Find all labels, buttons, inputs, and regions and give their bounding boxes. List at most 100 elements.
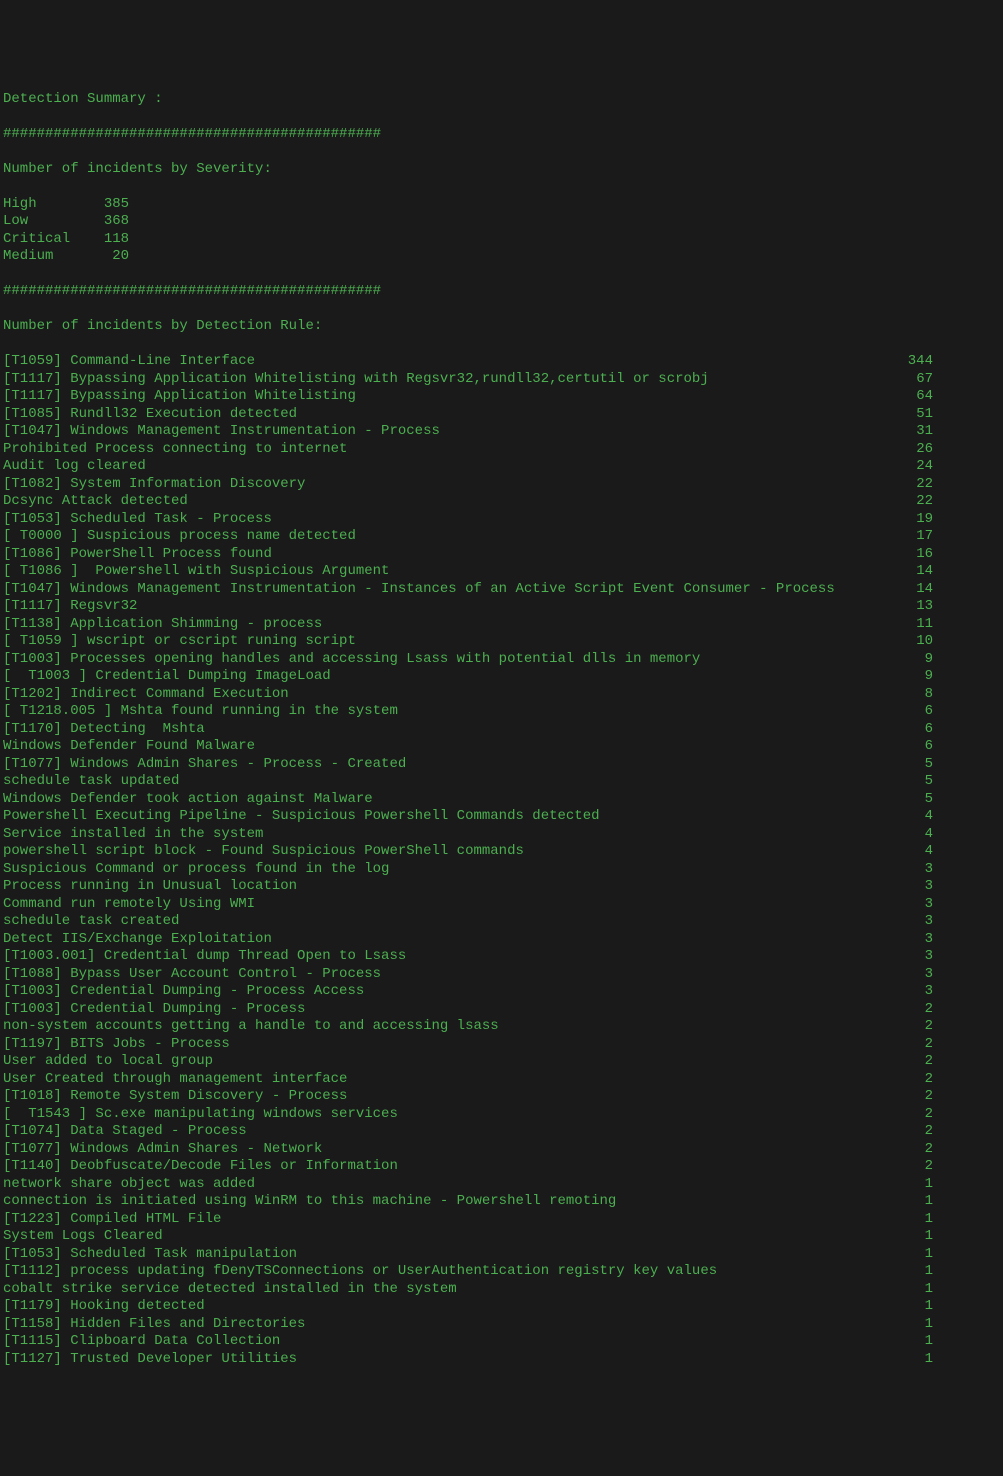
rule-row: schedule task updated5 bbox=[3, 773, 933, 791]
rule-label: [T1179] Hooking detected bbox=[3, 1298, 893, 1316]
rule-label: [T1088] Bypass User Account Control - Pr… bbox=[3, 966, 893, 984]
rule-row: [T1077] Windows Admin Shares - Process -… bbox=[3, 756, 933, 774]
rule-label: schedule task updated bbox=[3, 773, 893, 791]
rule-row: network share object was added1 bbox=[3, 1176, 933, 1194]
rule-label: [T1077] Windows Admin Shares - Process -… bbox=[3, 756, 893, 774]
rule-count: 3 bbox=[893, 931, 933, 949]
rule-count: 1 bbox=[893, 1333, 933, 1351]
rule-count: 3 bbox=[893, 896, 933, 914]
rule-row: [T1047] Windows Management Instrumentati… bbox=[3, 423, 933, 441]
rule-count: 1 bbox=[893, 1176, 933, 1194]
rule-label: schedule task created bbox=[3, 913, 893, 931]
rule-count: 67 bbox=[893, 371, 933, 389]
rule-row: User Created through management interfac… bbox=[3, 1071, 933, 1089]
rule-row: [T1082] System Information Discovery22 bbox=[3, 476, 933, 494]
rules-list: [T1059] Command-Line Interface344[T1117]… bbox=[3, 353, 1000, 1368]
rule-row: [T1179] Hooking detected1 bbox=[3, 1298, 933, 1316]
rule-count: 10 bbox=[893, 633, 933, 651]
severity-heading: Number of incidents by Severity: bbox=[3, 161, 1000, 179]
rule-row: System Logs Cleared1 bbox=[3, 1228, 933, 1246]
rule-label: connection is initiated using WinRM to t… bbox=[3, 1193, 893, 1211]
rule-count: 16 bbox=[893, 546, 933, 564]
rule-label: [ T1086 ] Powershell with Suspicious Arg… bbox=[3, 563, 893, 581]
rule-row: [T1117] Bypassing Application Whitelisti… bbox=[3, 371, 933, 389]
rule-row: Service installed in the system4 bbox=[3, 826, 933, 844]
rule-label: [T1112] process updating fDenyTSConnecti… bbox=[3, 1263, 893, 1281]
rule-label: [T1085] Rundll32 Execution detected bbox=[3, 406, 893, 424]
rule-count: 19 bbox=[893, 511, 933, 529]
rule-row: [T1053] Scheduled Task - Process19 bbox=[3, 511, 933, 529]
rule-label: [T1047] Windows Management Instrumentati… bbox=[3, 423, 893, 441]
rule-row: [T1074] Data Staged - Process2 bbox=[3, 1123, 933, 1141]
rule-row: [T1127] Trusted Developer Utilities1 bbox=[3, 1351, 933, 1369]
rule-row: [ T1086 ] Powershell with Suspicious Arg… bbox=[3, 563, 933, 581]
rule-count: 9 bbox=[893, 668, 933, 686]
rule-row: [T1170] Detecting Mshta6 bbox=[3, 721, 933, 739]
rule-count: 31 bbox=[893, 423, 933, 441]
rule-label: [ T1059 ] wscript or cscript runing scri… bbox=[3, 633, 893, 651]
divider: ########################################… bbox=[3, 126, 1000, 144]
rule-count: 3 bbox=[893, 878, 933, 896]
rule-row: Suspicious Command or process found in t… bbox=[3, 861, 933, 879]
rule-count: 22 bbox=[893, 493, 933, 511]
severity-row: Critical 118 bbox=[3, 231, 1000, 249]
rule-count: 14 bbox=[893, 563, 933, 581]
rule-label: Service installed in the system bbox=[3, 826, 893, 844]
rule-count: 1 bbox=[893, 1298, 933, 1316]
terminal-output: Detection Summary : ####################… bbox=[3, 73, 1000, 1386]
rule-row: [T1202] Indirect Command Execution8 bbox=[3, 686, 933, 704]
rule-label: [T1115] Clipboard Data Collection bbox=[3, 1333, 893, 1351]
rule-label: [T1138] Application Shimming - process bbox=[3, 616, 893, 634]
rule-count: 6 bbox=[893, 738, 933, 756]
rule-row: Prohibited Process connecting to interne… bbox=[3, 441, 933, 459]
rule-label: [T1082] System Information Discovery bbox=[3, 476, 893, 494]
rule-count: 1 bbox=[893, 1228, 933, 1246]
rule-label: network share object was added bbox=[3, 1176, 893, 1194]
rule-row: [T1003] Credential Dumping - Process Acc… bbox=[3, 983, 933, 1001]
rule-count: 3 bbox=[893, 948, 933, 966]
rule-row: [T1047] Windows Management Instrumentati… bbox=[3, 581, 933, 599]
rule-label: [T1053] Scheduled Task manipulation bbox=[3, 1246, 893, 1264]
severity-row: Low 368 bbox=[3, 213, 1000, 231]
rule-label: System Logs Cleared bbox=[3, 1228, 893, 1246]
rule-label: Audit log cleared bbox=[3, 458, 893, 476]
rule-row: [T1158] Hidden Files and Directories1 bbox=[3, 1316, 933, 1334]
rule-count: 1 bbox=[893, 1211, 933, 1229]
rule-label: [ T1218.005 ] Mshta found running in the… bbox=[3, 703, 893, 721]
rule-label: [T1003] Processes opening handles and ac… bbox=[3, 651, 893, 669]
rule-count: 13 bbox=[893, 598, 933, 616]
rule-label: non-system accounts getting a handle to … bbox=[3, 1018, 893, 1036]
rule-row: [ T0000 ] Suspicious process name detect… bbox=[3, 528, 933, 546]
rule-label: [ T1003 ] Credential Dumping ImageLoad bbox=[3, 668, 893, 686]
rule-count: 1 bbox=[893, 1263, 933, 1281]
rule-label: [T1197] BITS Jobs - Process bbox=[3, 1036, 893, 1054]
rule-label: [T1074] Data Staged - Process bbox=[3, 1123, 893, 1141]
rule-row: cobalt strike service detected installed… bbox=[3, 1281, 933, 1299]
rule-count: 8 bbox=[893, 686, 933, 704]
rule-label: [T1117] Regsvr32 bbox=[3, 598, 893, 616]
rule-row: Powershell Executing Pipeline - Suspicio… bbox=[3, 808, 933, 826]
rule-label: Windows Defender took action against Mal… bbox=[3, 791, 893, 809]
rule-row: Windows Defender took action against Mal… bbox=[3, 791, 933, 809]
rule-row: powershell script block - Found Suspicio… bbox=[3, 843, 933, 861]
rule-count: 5 bbox=[893, 756, 933, 774]
rule-label: User Created through management interfac… bbox=[3, 1071, 893, 1089]
rule-label: [T1047] Windows Management Instrumentati… bbox=[3, 581, 893, 599]
rule-count: 1 bbox=[893, 1193, 933, 1211]
rule-label: [T1018] Remote System Discovery - Proces… bbox=[3, 1088, 893, 1106]
rule-count: 5 bbox=[893, 773, 933, 791]
rule-label: [T1158] Hidden Files and Directories bbox=[3, 1316, 893, 1334]
severity-list: High 385Low 368Critical 118Medium 20 bbox=[3, 196, 1000, 266]
rule-label: [T1003] Credential Dumping - Process bbox=[3, 1001, 893, 1019]
rule-count: 2 bbox=[893, 1018, 933, 1036]
rules-heading: Number of incidents by Detection Rule: bbox=[3, 318, 1000, 336]
rule-row: [T1112] process updating fDenyTSConnecti… bbox=[3, 1263, 933, 1281]
rule-label: Command run remotely Using WMI bbox=[3, 896, 893, 914]
rule-row: [T1086] PowerShell Process found16 bbox=[3, 546, 933, 564]
rule-count: 3 bbox=[893, 861, 933, 879]
rule-row: schedule task created3 bbox=[3, 913, 933, 931]
rule-row: [T1115] Clipboard Data Collection1 bbox=[3, 1333, 933, 1351]
rule-count: 5 bbox=[893, 791, 933, 809]
rule-row: [T1059] Command-Line Interface344 bbox=[3, 353, 933, 371]
rule-row: [T1053] Scheduled Task manipulation1 bbox=[3, 1246, 933, 1264]
